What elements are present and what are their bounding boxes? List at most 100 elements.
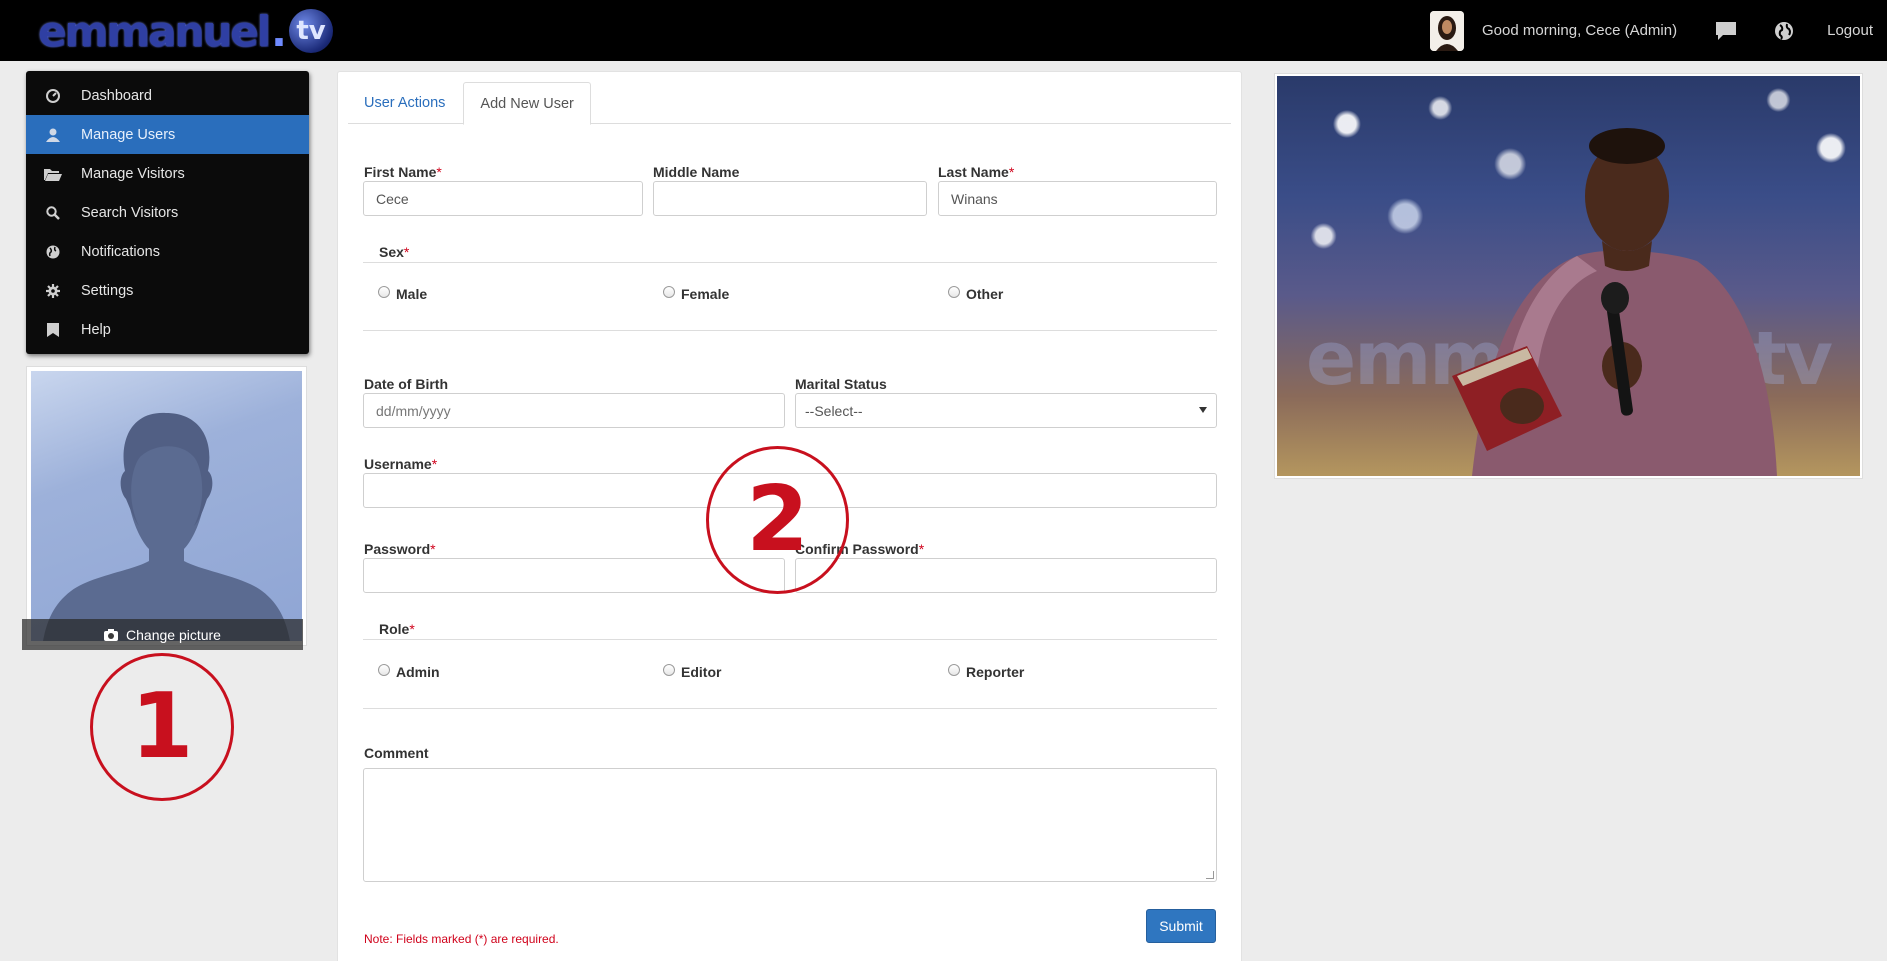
required-mark: *	[1008, 164, 1015, 180]
chat-icon[interactable]	[1697, 0, 1755, 61]
tab-add-new-user[interactable]: Add New User	[463, 82, 591, 125]
sidebar-item-dashboard[interactable]: Dashboard	[26, 76, 309, 115]
sidebar-item-notifications[interactable]: Notifications	[26, 232, 309, 271]
resize-handle[interactable]	[1206, 871, 1214, 879]
required-mark: *	[403, 244, 410, 260]
sex-divider	[363, 262, 1217, 263]
required-mark: *	[430, 541, 436, 557]
chevron-down-icon	[1199, 407, 1207, 413]
dob-label: Date of Birth	[364, 376, 448, 392]
radio-button[interactable]	[663, 286, 675, 298]
featured-image-card: emmanuel.tv	[1274, 73, 1863, 479]
label-text: Last Name	[938, 164, 1009, 180]
sidebar-item-help[interactable]: Help	[26, 310, 309, 349]
dashboard-icon	[41, 88, 65, 103]
dob-input[interactable]: dd/mm/yyyy	[363, 393, 785, 428]
last-name-label: Last Name*	[938, 164, 1014, 180]
marital-status-label: Marital Status	[795, 376, 887, 392]
preacher-photo: emmanuel.tv	[1277, 76, 1860, 476]
label-text: Role	[379, 621, 410, 637]
logo-dot: .	[271, 6, 288, 56]
user-icon	[41, 128, 65, 142]
greeting-text: Good morning, Cece (Admin)	[1482, 22, 1678, 39]
required-mark: *	[436, 164, 442, 180]
option-label: Male	[396, 286, 428, 302]
comment-label: Comment	[364, 745, 429, 761]
sex-option-female[interactable]: Female	[663, 286, 729, 302]
label-text: Password	[364, 541, 431, 557]
option-label: Editor	[681, 664, 722, 680]
sidebar-item-manage-users[interactable]: Manage Users	[26, 115, 309, 154]
camera-icon	[104, 628, 119, 641]
option-label: Admin	[396, 664, 440, 680]
logo-tv-globe: tv	[289, 9, 334, 53]
annotation-number: 1	[130, 674, 194, 779]
sex-option-other[interactable]: Other	[948, 286, 1003, 302]
required-mark: *	[431, 456, 438, 472]
first-name-label: First Name*	[364, 164, 442, 180]
default-avatar-silhouette	[31, 371, 302, 641]
last-name-input[interactable]: Winans	[938, 181, 1217, 216]
top-right-menu: Good morning, Cece (Admin) Logout	[1430, 0, 1887, 61]
folder-icon	[41, 167, 65, 181]
user-avatar[interactable]	[1430, 10, 1465, 51]
middle-name-input[interactable]	[653, 181, 927, 216]
sex-option-male[interactable]: Male	[378, 286, 427, 302]
tab-user-actions[interactable]: User Actions	[348, 82, 461, 124]
marital-status-select[interactable]: --Select--	[795, 393, 1217, 428]
section-divider	[363, 330, 1217, 331]
radio-button[interactable]	[948, 664, 960, 676]
sidebar-item-label: Settings	[81, 282, 134, 299]
required-mark: *	[409, 621, 415, 637]
radio-button[interactable]	[378, 664, 390, 676]
change-picture-button[interactable]: Change picture	[22, 619, 303, 650]
annotation-circle-1: 1	[90, 653, 234, 801]
top-navbar: emmanuel . tv Good morning, Cece (Admin)…	[0, 0, 1887, 61]
password-label: Password*	[364, 541, 436, 557]
sidebar-item-manage-visitors[interactable]: Manage Visitors	[26, 154, 309, 193]
sidebar-item-label: Manage Users	[81, 126, 176, 143]
role-divider	[363, 639, 1217, 640]
option-label: Reporter	[966, 664, 1025, 680]
bookmark-icon	[41, 322, 65, 337]
label-text: First Name	[364, 164, 437, 180]
search-icon	[41, 205, 65, 220]
required-fields-note: Note: Fields marked (*) are required.	[364, 932, 559, 946]
sidebar-item-label: Help	[81, 321, 111, 338]
label-text: Sex	[379, 244, 404, 260]
role-option-admin[interactable]: Admin	[378, 664, 440, 680]
middle-name-label: Middle Name	[653, 164, 740, 180]
sidebar-item-settings[interactable]: Settings	[26, 271, 309, 310]
sidebar-nav: Dashboard Manage Users Manage Visitors S…	[26, 71, 309, 354]
label-text: Username	[364, 456, 432, 472]
radio-button[interactable]	[948, 286, 960, 298]
selected-value: --Select--	[805, 402, 863, 419]
comment-textarea[interactable]	[363, 768, 1217, 882]
annotation-circle-2: 2	[706, 446, 849, 594]
sidebar-item-search-visitors[interactable]: Search Visitors	[26, 193, 309, 232]
section-divider	[363, 708, 1217, 709]
globe-icon[interactable]	[1755, 0, 1813, 61]
sidebar-item-label: Notifications	[81, 243, 160, 260]
first-name-input[interactable]: Cece	[363, 181, 643, 216]
radio-button[interactable]	[378, 286, 390, 298]
option-label: Other	[966, 286, 1004, 302]
profile-picture-card: Change picture	[22, 366, 307, 650]
tab-bar: User Actions Add New User	[348, 82, 1231, 125]
emmanuel-tv-logo[interactable]: emmanuel . tv	[38, 6, 334, 56]
role-option-editor[interactable]: Editor	[663, 664, 721, 680]
username-label: Username*	[364, 456, 437, 472]
required-mark: *	[918, 541, 925, 557]
logout-link[interactable]: Logout	[1813, 22, 1887, 39]
role-option-reporter[interactable]: Reporter	[948, 664, 1024, 680]
confirm-password-input[interactable]	[795, 558, 1217, 593]
change-picture-label: Change picture	[126, 626, 221, 643]
submit-button[interactable]: Submit	[1146, 909, 1216, 943]
option-label: Female	[681, 286, 730, 302]
globe-icon	[41, 245, 65, 259]
role-label: Role*	[379, 621, 415, 637]
sidebar-item-label: Search Visitors	[81, 204, 179, 221]
radio-button[interactable]	[663, 664, 675, 676]
gear-icon	[41, 283, 65, 298]
logo-word: emmanuel	[38, 6, 271, 56]
